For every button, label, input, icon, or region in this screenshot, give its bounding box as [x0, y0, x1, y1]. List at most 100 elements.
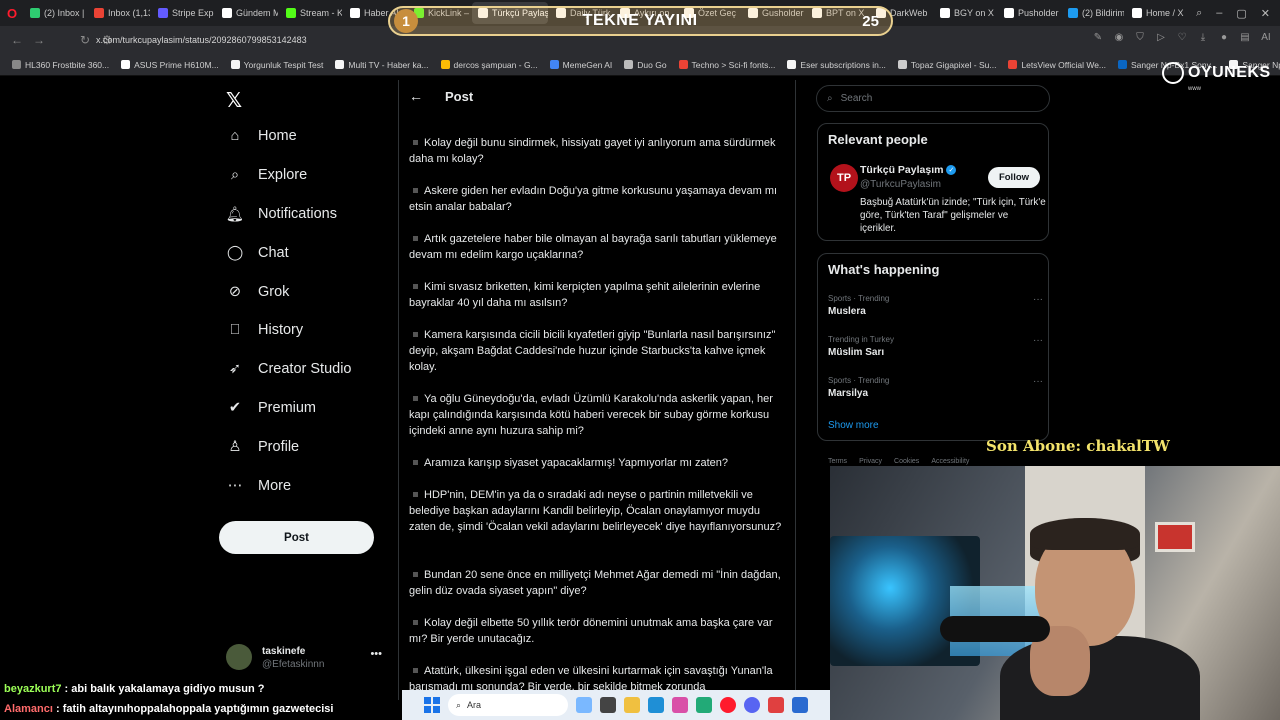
trend-item[interactable]: Sports · Trending Marsilya ··· [828, 376, 1043, 399]
account-switcher[interactable]: taskinefe @Efetaskinnn ••• [226, 640, 386, 676]
bookmark-item[interactable]: Topaz Gigapixel - Su... [892, 60, 1003, 70]
sidebar-item-more[interactable]: ⋯ More [226, 477, 291, 495]
sidebar-item-creator-studio[interactable]: ➶ Creator Studio [226, 360, 352, 378]
edit-icon[interactable]: ✎ [1092, 32, 1104, 43]
bookmark-item[interactable]: Multi TV - Haber ka... [329, 60, 434, 70]
shield-icon[interactable]: ⛉ [1134, 32, 1146, 43]
sidebar-item-explore[interactable]: ⌕ Explore [226, 166, 307, 184]
bullet-icon [413, 572, 418, 578]
minimize-icon[interactable]: – [1216, 7, 1222, 19]
bookmark-label: Yorgunluk Tespit Test [243, 59, 324, 70]
sidebar-item-profile[interactable]: ♙ Profile [226, 438, 300, 456]
bookmark-item[interactable]: LetsView Official We... [1002, 60, 1112, 70]
sidebar-item-notifications[interactable]: 🔔︎ Notifications [226, 205, 337, 223]
taskbar-search-label: Ara [467, 700, 482, 710]
footer-link[interactable]: Cookies [894, 458, 919, 465]
download-icon[interactable]: ⤓ [1197, 32, 1209, 43]
browser-tab[interactable]: Inbox (1,13 [88, 2, 150, 24]
sidebar-item-home[interactable]: ⌂ Home [226, 127, 297, 145]
bookmark-label: Duo Go [637, 59, 667, 70]
task-view-icon[interactable] [600, 697, 616, 713]
sidebar-item-label: Chat [258, 245, 289, 261]
close-icon[interactable]: ✕ [1261, 7, 1270, 20]
forward-icon[interactable]: → [28, 33, 50, 47]
tab-favicon-icon [1068, 8, 1078, 18]
more-horizontal-icon[interactable]: ••• [370, 648, 382, 660]
browser-tab[interactable]: BGY on X [934, 2, 996, 24]
bullet-icon [413, 140, 418, 146]
relevant-people-title: Relevant people [828, 132, 928, 147]
bookmark-item[interactable]: dercos şampuan - G... [435, 60, 544, 70]
search-input[interactable]: ⌕ Search [816, 85, 1050, 112]
app-icon[interactable] [672, 697, 688, 713]
footer-link[interactable]: Accessibility [931, 458, 969, 465]
camera-icon[interactable]: ◉ [1113, 32, 1125, 43]
post-button[interactable]: Post [219, 521, 374, 554]
ai-icon[interactable]: AI [1260, 32, 1272, 43]
profile-icon[interactable]: ● [1218, 32, 1230, 43]
edge-icon[interactable] [648, 697, 664, 713]
bookmark-item[interactable]: Yorgunluk Tespit Test [225, 60, 330, 70]
footer-link[interactable]: Terms [828, 458, 847, 465]
more-horizontal-icon[interactable]: ··· [1033, 335, 1043, 346]
x-logo-icon[interactable]: 𝕏 [226, 88, 246, 112]
paragraph-text: Kolay değil bunu sindirmek, hissiyatı ga… [409, 137, 776, 165]
reload-icon[interactable]: ↻ [74, 33, 96, 47]
avatar[interactable] [226, 644, 252, 670]
follow-button[interactable]: Follow [988, 167, 1040, 188]
bookmark-favicon-icon [440, 60, 450, 69]
taskbar-search[interactable]: ⌕ Ara [448, 694, 568, 716]
search-icon: ⌕ [827, 93, 833, 104]
play-icon[interactable]: ▷ [1155, 32, 1167, 43]
browser-tab[interactable]: Stripe Expr [152, 2, 214, 24]
browser-tab[interactable]: (2) Inbox | [24, 2, 86, 24]
opera-logo-icon[interactable]: O [0, 0, 24, 26]
sidebar-item-premium[interactable]: ✔ Premium [226, 399, 316, 417]
app-icon[interactable] [792, 697, 808, 713]
sidebar-item-label: Premium [258, 400, 317, 416]
show-more-link[interactable]: Show more [828, 420, 879, 431]
windows-start-icon[interactable] [424, 697, 440, 713]
heart-icon[interactable]: ♡ [1176, 32, 1188, 43]
more-horizontal-icon[interactable]: ··· [1033, 376, 1043, 387]
bookmark-favicon-icon [335, 60, 345, 69]
trend-item[interactable]: Sports · Trending Muslera ··· [828, 294, 1043, 317]
url-text[interactable]: x.com/turkcupaylasim/status/209286079985… [96, 35, 307, 45]
sidebar-item-grok[interactable]: ⊘ Grok [226, 283, 290, 301]
browser-tab[interactable]: Pusholder [998, 2, 1060, 24]
browser-tab[interactable]: Gündem M [216, 2, 278, 24]
bookmark-item[interactable]: HL360 Frostbite 360... [6, 60, 115, 70]
app-icon[interactable] [696, 697, 712, 713]
paragraph-text: Kolay değil elbette 50 yıllık terör döne… [409, 617, 773, 645]
bookmark-item[interactable]: ASUS Prime H610M... [115, 60, 225, 70]
person-name[interactable]: Türkçü Paylaşım ✓ [860, 164, 957, 176]
app-icon[interactable] [768, 697, 784, 713]
trend-item[interactable]: Trending in Turkey Müslim Sarı ··· [828, 335, 1043, 358]
discord-icon[interactable] [744, 697, 760, 713]
bookmark-favicon-icon [897, 60, 907, 69]
bookmark-item[interactable]: Eser subscriptions in... [781, 60, 892, 70]
browser-tab[interactable]: (2) Bildirim [1062, 2, 1124, 24]
opera-icon[interactable] [720, 697, 736, 713]
banner-left-number: 1 [394, 9, 418, 33]
bookmark-item[interactable]: MemeGen AI [544, 60, 619, 70]
more-horizontal-icon[interactable]: ··· [1033, 294, 1043, 305]
browser-tab[interactable]: Stream - K [280, 2, 342, 24]
file-explorer-icon[interactable] [624, 697, 640, 713]
bookmark-item[interactable]: Duo Go [618, 60, 672, 70]
brand-subtext: www [1188, 86, 1201, 92]
bookmark-item[interactable]: Techno > Sci-fi fonts... [673, 60, 782, 70]
footer-link[interactable]: Privacy [859, 458, 882, 465]
back-arrow-icon[interactable]: ← [409, 88, 423, 104]
sidebar-item-history[interactable]: ⎕ History [226, 321, 303, 339]
sidebar-item-chat[interactable]: ◯ Chat [226, 244, 289, 262]
tab-label: BGY on X [954, 8, 994, 18]
search-tabs-icon[interactable]: ⌕ [1196, 7, 1202, 20]
avatar[interactable]: TP [830, 164, 858, 192]
app-icon[interactable] [576, 697, 592, 713]
back-icon[interactable]: ← [6, 33, 28, 47]
extensions-icon[interactable]: ▤ [1239, 32, 1251, 43]
paragraph-text: Kimi sıvasız briketten, kimi kerpiçten y… [409, 281, 761, 309]
maximize-icon[interactable]: ▢ [1236, 7, 1246, 20]
browser-tab[interactable]: Home / X [1126, 2, 1188, 24]
